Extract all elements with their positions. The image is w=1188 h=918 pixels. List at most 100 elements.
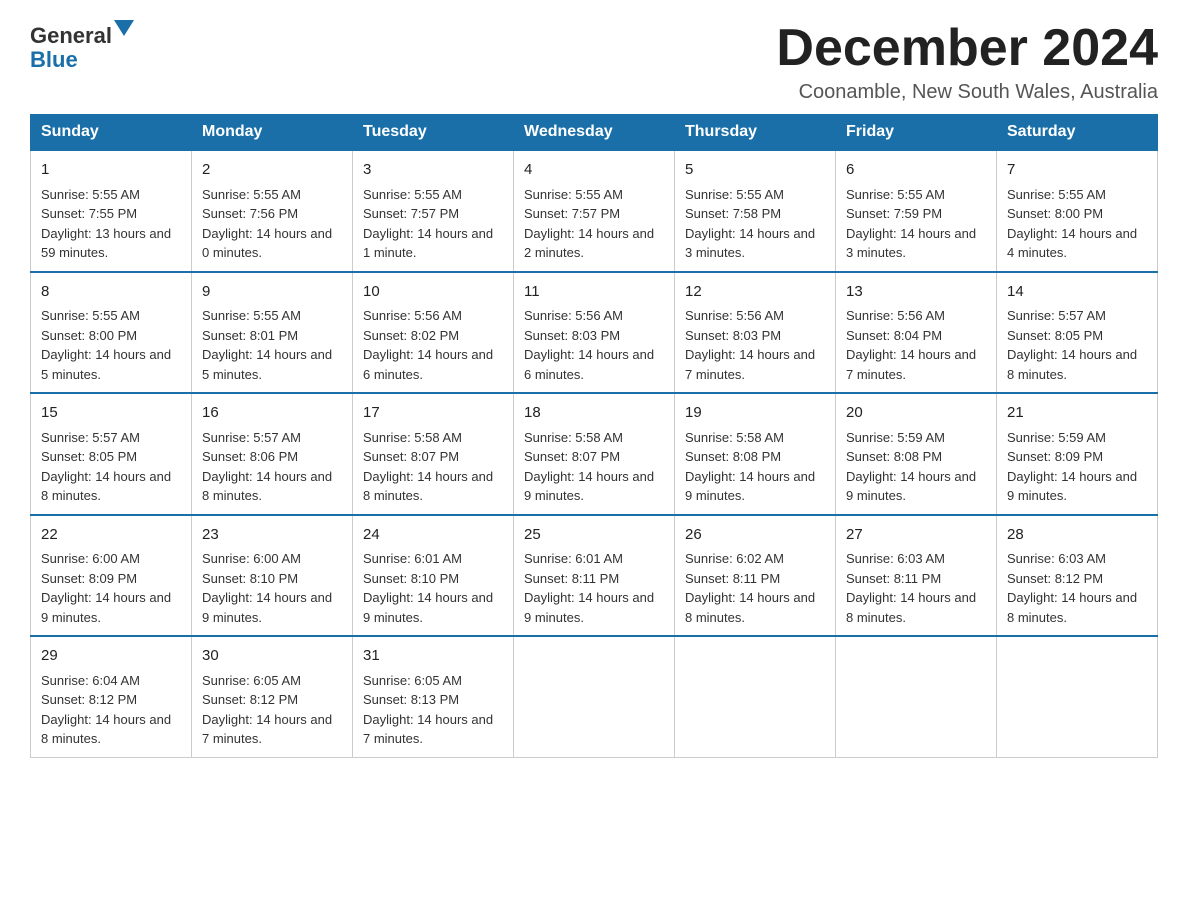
table-row: 5 Sunrise: 5:55 AM Sunset: 7:58 PM Dayli… (675, 150, 836, 272)
day-number: 31 (363, 645, 503, 668)
table-row: 6 Sunrise: 5:55 AM Sunset: 7:59 PM Dayli… (836, 150, 997, 272)
sunrise-info: Sunrise: 5:56 AM (846, 308, 945, 323)
sunrise-info: Sunrise: 5:58 AM (363, 430, 462, 445)
daylight-info: Daylight: 14 hours and 7 minutes. (685, 347, 815, 382)
table-row: 3 Sunrise: 5:55 AM Sunset: 7:57 PM Dayli… (353, 150, 514, 272)
sunrise-info: Sunrise: 6:04 AM (41, 673, 140, 688)
sunset-info: Sunset: 7:56 PM (202, 206, 298, 221)
page-header: General Blue December 2024 Coonamble, Ne… (30, 20, 1158, 104)
daylight-info: Daylight: 14 hours and 9 minutes. (1007, 469, 1137, 504)
sunrise-info: Sunrise: 5:59 AM (1007, 430, 1106, 445)
table-row: 31 Sunrise: 6:05 AM Sunset: 8:13 PM Dayl… (353, 636, 514, 757)
logo-triangle-icon (114, 20, 134, 40)
day-number: 8 (41, 281, 181, 304)
day-number: 5 (685, 159, 825, 182)
sunrise-info: Sunrise: 6:01 AM (363, 551, 462, 566)
table-row: 17 Sunrise: 5:58 AM Sunset: 8:07 PM Dayl… (353, 393, 514, 515)
sunset-info: Sunset: 8:00 PM (41, 328, 137, 343)
daylight-info: Daylight: 14 hours and 8 minutes. (41, 469, 171, 504)
sunrise-info: Sunrise: 5:57 AM (202, 430, 301, 445)
daylight-info: Daylight: 14 hours and 9 minutes. (363, 590, 493, 625)
sunset-info: Sunset: 8:03 PM (524, 328, 620, 343)
table-row: 4 Sunrise: 5:55 AM Sunset: 7:57 PM Dayli… (514, 150, 675, 272)
daylight-info: Daylight: 14 hours and 5 minutes. (202, 347, 332, 382)
day-number: 27 (846, 524, 986, 547)
col-saturday: Saturday (997, 115, 1158, 151)
sunrise-info: Sunrise: 5:56 AM (363, 308, 462, 323)
sunset-info: Sunset: 8:05 PM (41, 449, 137, 464)
sunset-info: Sunset: 7:57 PM (524, 206, 620, 221)
day-number: 11 (524, 281, 664, 304)
sunset-info: Sunset: 8:10 PM (363, 571, 459, 586)
col-monday: Monday (192, 115, 353, 151)
sunrise-info: Sunrise: 5:58 AM (524, 430, 623, 445)
table-row: 26 Sunrise: 6:02 AM Sunset: 8:11 PM Dayl… (675, 515, 836, 637)
sunrise-info: Sunrise: 5:55 AM (202, 308, 301, 323)
month-title: December 2024 (776, 20, 1158, 77)
day-number: 30 (202, 645, 342, 668)
day-number: 23 (202, 524, 342, 547)
daylight-info: Daylight: 14 hours and 2 minutes. (524, 226, 654, 261)
table-row: 21 Sunrise: 5:59 AM Sunset: 8:09 PM Dayl… (997, 393, 1158, 515)
sunrise-info: Sunrise: 6:00 AM (202, 551, 301, 566)
sunset-info: Sunset: 8:01 PM (202, 328, 298, 343)
day-number: 7 (1007, 159, 1147, 182)
calendar-week-row: 29 Sunrise: 6:04 AM Sunset: 8:12 PM Dayl… (31, 636, 1158, 757)
day-number: 6 (846, 159, 986, 182)
daylight-info: Daylight: 14 hours and 8 minutes. (1007, 347, 1137, 382)
day-number: 3 (363, 159, 503, 182)
table-row: 11 Sunrise: 5:56 AM Sunset: 8:03 PM Dayl… (514, 272, 675, 394)
table-row: 2 Sunrise: 5:55 AM Sunset: 7:56 PM Dayli… (192, 150, 353, 272)
sunrise-info: Sunrise: 5:56 AM (524, 308, 623, 323)
table-row: 10 Sunrise: 5:56 AM Sunset: 8:02 PM Dayl… (353, 272, 514, 394)
daylight-info: Daylight: 14 hours and 3 minutes. (685, 226, 815, 261)
table-row: 24 Sunrise: 6:01 AM Sunset: 8:10 PM Dayl… (353, 515, 514, 637)
sunrise-info: Sunrise: 6:02 AM (685, 551, 784, 566)
sunrise-info: Sunrise: 5:55 AM (41, 308, 140, 323)
table-row: 14 Sunrise: 5:57 AM Sunset: 8:05 PM Dayl… (997, 272, 1158, 394)
sunset-info: Sunset: 8:05 PM (1007, 328, 1103, 343)
calendar-week-row: 1 Sunrise: 5:55 AM Sunset: 7:55 PM Dayli… (31, 150, 1158, 272)
sunrise-info: Sunrise: 5:55 AM (202, 187, 301, 202)
sunrise-info: Sunrise: 5:55 AM (41, 187, 140, 202)
daylight-info: Daylight: 14 hours and 6 minutes. (524, 347, 654, 382)
sunset-info: Sunset: 8:11 PM (524, 571, 619, 586)
col-sunday: Sunday (31, 115, 192, 151)
table-row: 19 Sunrise: 5:58 AM Sunset: 8:08 PM Dayl… (675, 393, 836, 515)
day-number: 22 (41, 524, 181, 547)
logo-text-blue: Blue (30, 47, 78, 73)
table-row: 22 Sunrise: 6:00 AM Sunset: 8:09 PM Dayl… (31, 515, 192, 637)
col-friday: Friday (836, 115, 997, 151)
sunrise-info: Sunrise: 5:55 AM (846, 187, 945, 202)
table-row: 27 Sunrise: 6:03 AM Sunset: 8:11 PM Dayl… (836, 515, 997, 637)
day-number: 25 (524, 524, 664, 547)
daylight-info: Daylight: 13 hours and 59 minutes. (41, 226, 171, 261)
daylight-info: Daylight: 14 hours and 6 minutes. (363, 347, 493, 382)
sunrise-info: Sunrise: 5:55 AM (1007, 187, 1106, 202)
daylight-info: Daylight: 14 hours and 5 minutes. (41, 347, 171, 382)
sunrise-info: Sunrise: 5:55 AM (524, 187, 623, 202)
col-tuesday: Tuesday (353, 115, 514, 151)
table-row (836, 636, 997, 757)
table-row: 18 Sunrise: 5:58 AM Sunset: 8:07 PM Dayl… (514, 393, 675, 515)
sunrise-info: Sunrise: 5:56 AM (685, 308, 784, 323)
calendar-table: Sunday Monday Tuesday Wednesday Thursday… (30, 114, 1158, 758)
table-row (675, 636, 836, 757)
sunset-info: Sunset: 8:02 PM (363, 328, 459, 343)
sunset-info: Sunset: 8:00 PM (1007, 206, 1103, 221)
table-row: 1 Sunrise: 5:55 AM Sunset: 7:55 PM Dayli… (31, 150, 192, 272)
table-row: 13 Sunrise: 5:56 AM Sunset: 8:04 PM Dayl… (836, 272, 997, 394)
daylight-info: Daylight: 14 hours and 9 minutes. (41, 590, 171, 625)
table-row: 12 Sunrise: 5:56 AM Sunset: 8:03 PM Dayl… (675, 272, 836, 394)
sunset-info: Sunset: 8:09 PM (1007, 449, 1103, 464)
table-row: 30 Sunrise: 6:05 AM Sunset: 8:12 PM Dayl… (192, 636, 353, 757)
daylight-info: Daylight: 14 hours and 7 minutes. (363, 712, 493, 747)
table-row (997, 636, 1158, 757)
daylight-info: Daylight: 14 hours and 8 minutes. (41, 712, 171, 747)
sunrise-info: Sunrise: 5:55 AM (363, 187, 462, 202)
sunrise-info: Sunrise: 6:01 AM (524, 551, 623, 566)
daylight-info: Daylight: 14 hours and 9 minutes. (685, 469, 815, 504)
daylight-info: Daylight: 14 hours and 9 minutes. (524, 469, 654, 504)
sunrise-info: Sunrise: 5:59 AM (846, 430, 945, 445)
col-wednesday: Wednesday (514, 115, 675, 151)
